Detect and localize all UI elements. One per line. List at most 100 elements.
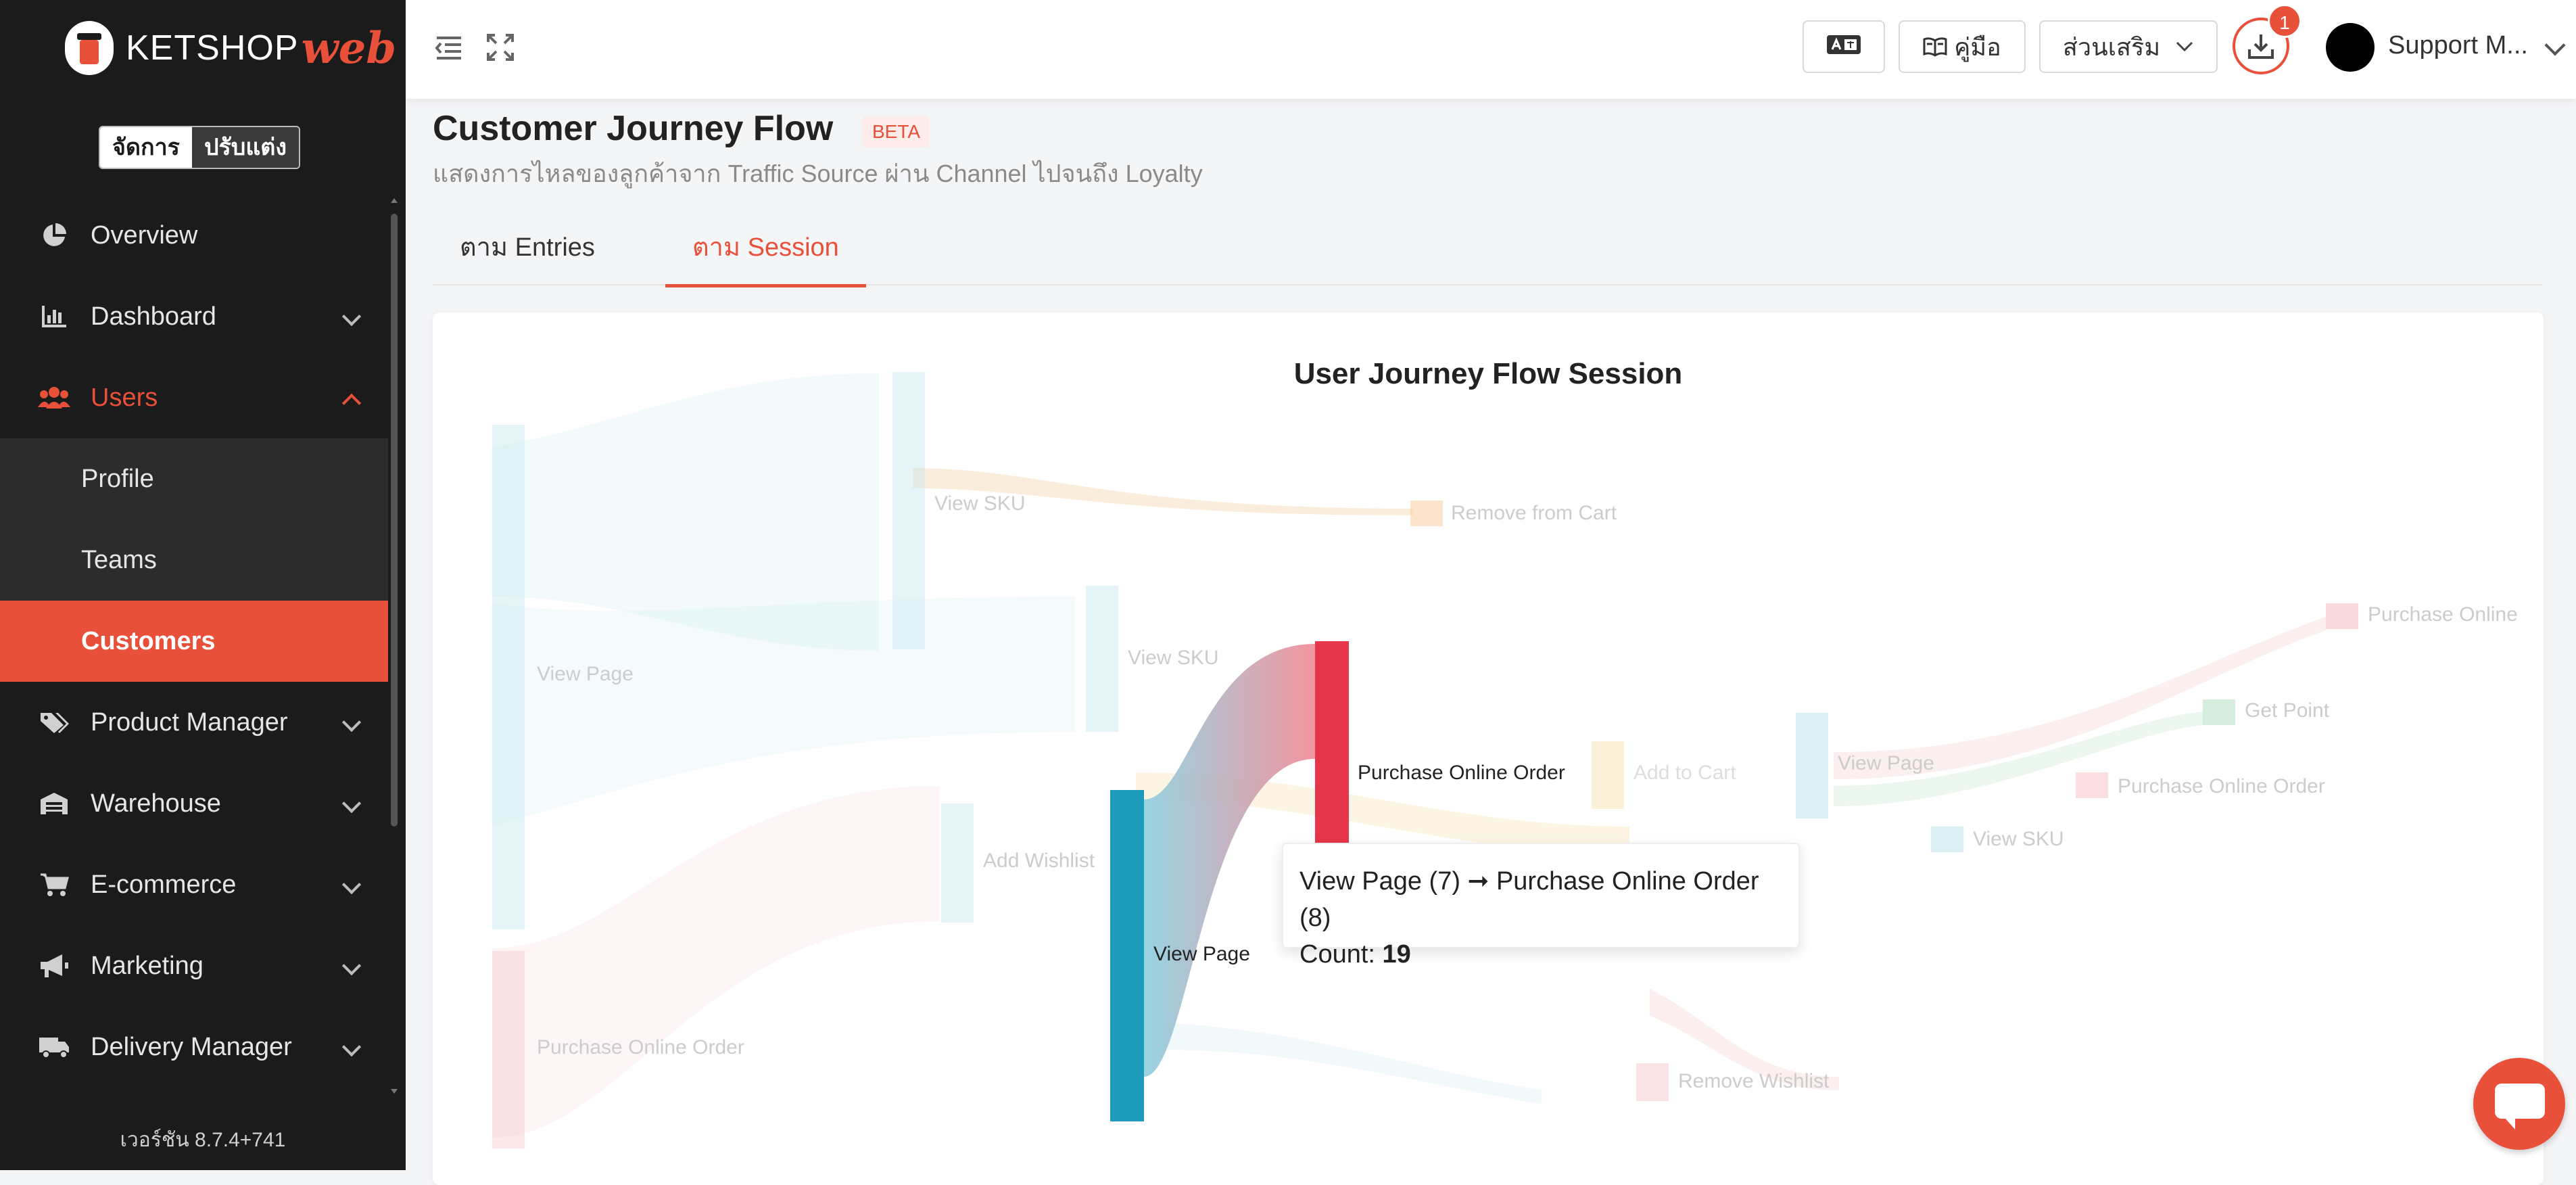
sankey-link: [492, 597, 1075, 827]
addons-label: ส่วนเสริม: [2062, 32, 2161, 61]
sankey-node-view-page: [1110, 790, 1144, 1121]
sankey-node: [2076, 772, 2108, 798]
sankey-node-label: View Page: [1838, 752, 1934, 774]
sidebar: KETSHOP web จัดการ ปรับแต่ง Overview Das…: [0, 0, 406, 1170]
chevron-down-icon: [341, 875, 362, 895]
tab-by-session[interactable]: ตาม Session: [665, 216, 866, 287]
sankey-chart: View Page Purchase Online Order View SKU…: [492, 372, 2518, 1148]
tooltip-count: Count: 19: [1299, 936, 1782, 973]
journey-tabs: ตาม Entries ตาม Session: [433, 216, 2542, 287]
brand-name-accent: web: [301, 22, 397, 74]
sidebar-item-product-manager[interactable]: Product Manager: [0, 682, 388, 763]
sankey-node: [941, 804, 974, 923]
sankey-node: [1410, 501, 1443, 526]
sankey-node: [1796, 713, 1828, 818]
app-version: เวอร์ชัน 8.7.4+741: [120, 1129, 286, 1151]
users-submenu: Profile Teams Customers: [0, 438, 388, 682]
translate-button[interactable]: [1803, 20, 1885, 73]
sankey-node: [492, 425, 525, 929]
pie-chart-icon: [38, 222, 70, 249]
megaphone-icon: [38, 952, 70, 979]
sankey-link: [492, 786, 940, 1138]
chart-card: User Journey Flow Session View Page Purc…: [433, 312, 2544, 1185]
brand-name: KETSHOP: [126, 28, 299, 68]
avatar[interactable]: [2326, 23, 2375, 72]
sankey-link: [1158, 1023, 1542, 1104]
tooltip-count-label: Count:: [1299, 940, 1383, 969]
sankey-node-label: View SKU: [1973, 828, 2064, 850]
sankey-node-label: Purchase Online Order: [537, 1036, 744, 1059]
sidebar-item-users[interactable]: Users: [0, 357, 388, 438]
sankey-node: [1592, 741, 1624, 809]
mode-customize-button[interactable]: ปรับแต่ง: [191, 127, 299, 168]
download-icon: [2247, 32, 2275, 60]
sankey-node: [892, 372, 925, 649]
sidebar-item-delivery-manager[interactable]: Delivery Manager: [0, 1006, 388, 1088]
brand-logo[interactable]: KETSHOP web: [65, 18, 396, 78]
chevron-down-icon: [2175, 41, 2194, 53]
chart-tooltip: View Page (7) ➞ Purchase Online Order (8…: [1282, 843, 1800, 969]
brand-cup-icon: [65, 21, 114, 75]
chevron-down-icon: [341, 956, 362, 976]
warehouse-icon: [38, 790, 70, 817]
user-name[interactable]: Support M...: [2388, 31, 2528, 60]
tooltip-link: View Page (7) ➞ Purchase Online Order (8…: [1299, 867, 1759, 932]
sankey-node-label: View SKU: [934, 492, 1026, 515]
sidebar-item-customers[interactable]: Customers: [0, 601, 388, 682]
sidebar-item-label: Product Manager: [91, 707, 288, 737]
truck-icon: [38, 1033, 70, 1061]
sidebar-scrollbar-thumb[interactable]: [391, 214, 398, 827]
mode-manage-button[interactable]: จัดการ: [100, 127, 192, 168]
sidebar-item-warehouse[interactable]: Warehouse: [0, 763, 388, 844]
sankey-node-label: View SKU: [1128, 647, 1219, 669]
collapse-sidebar-icon[interactable]: [433, 31, 465, 64]
beta-badge: BETA: [863, 116, 930, 147]
chevron-down-icon: [341, 712, 362, 733]
fullscreen-icon[interactable]: [484, 31, 517, 64]
sidebar-item-label: E-commerce: [91, 870, 237, 899]
download-count-badge: 1: [2268, 4, 2301, 38]
chevron-down-icon: [341, 306, 362, 327]
mode-toggle: จัดการ ปรับแต่ง: [99, 126, 300, 169]
sidebar-menu: Overview Dashboard Users Profile Teams C…: [0, 195, 388, 1088]
sankey-node-label: View Page: [1153, 943, 1250, 965]
sidebar-item-overview[interactable]: Overview: [0, 195, 388, 276]
sidebar-item-profile[interactable]: Profile: [0, 438, 388, 519]
sankey-node-label: View Page: [537, 663, 634, 685]
chevron-down-icon: [341, 793, 362, 814]
sankey-node: [2203, 699, 2235, 725]
book-icon: [1923, 37, 1947, 57]
sidebar-item-label: Delivery Manager: [91, 1032, 292, 1061]
manual-label: คู่มือ: [1954, 32, 2001, 61]
sankey-node: [1636, 1063, 1669, 1101]
sidebar-item-label: Users: [91, 383, 158, 412]
chat-icon: [2495, 1084, 2545, 1130]
sidebar-item-label: Dashboard: [91, 302, 216, 331]
translate-icon: [1826, 32, 1861, 61]
sankey-node: [2326, 603, 2358, 629]
sidebar-item-dashboard[interactable]: Dashboard: [0, 276, 388, 357]
sankey-node: [492, 951, 525, 1148]
sidebar-item-label: Overview: [91, 220, 198, 250]
addons-dropdown[interactable]: ส่วนเสริม: [2039, 20, 2218, 73]
sidebar-item-ecommerce[interactable]: E-commerce: [0, 844, 388, 925]
manual-button[interactable]: คู่มือ: [1899, 20, 2026, 73]
sankey-node-purchase-online-order: [1315, 641, 1349, 844]
sankey-node: [1086, 586, 1118, 732]
sankey-node-label: Get Point: [2245, 699, 2330, 722]
sidebar-item-teams[interactable]: Teams: [0, 519, 388, 601]
page-subtitle: แสดงการไหลของลูกค้าจาก Traffic Source ผ่…: [433, 160, 1203, 187]
sankey-node-label: Purchase Online Order: [2118, 775, 2325, 797]
users-icon: [38, 384, 70, 411]
sankey-node-label: Remove from Cart: [1451, 502, 1617, 524]
tab-by-entries[interactable]: ตาม Entries: [460, 216, 595, 284]
sidebar-item-marketing[interactable]: Marketing: [0, 925, 388, 1006]
sankey-node: [1931, 827, 1963, 852]
chat-support-button[interactable]: [2473, 1058, 2565, 1150]
sankey-node-label: Purchase Online: [2368, 603, 2518, 626]
sankey-node-label: Purchase Online Order: [1358, 762, 1565, 784]
tag-icon: [38, 709, 70, 736]
sidebar-item-label: Warehouse: [91, 789, 221, 818]
cart-icon: [38, 871, 70, 898]
sankey-node-label: Add Wishlist: [983, 850, 1095, 872]
